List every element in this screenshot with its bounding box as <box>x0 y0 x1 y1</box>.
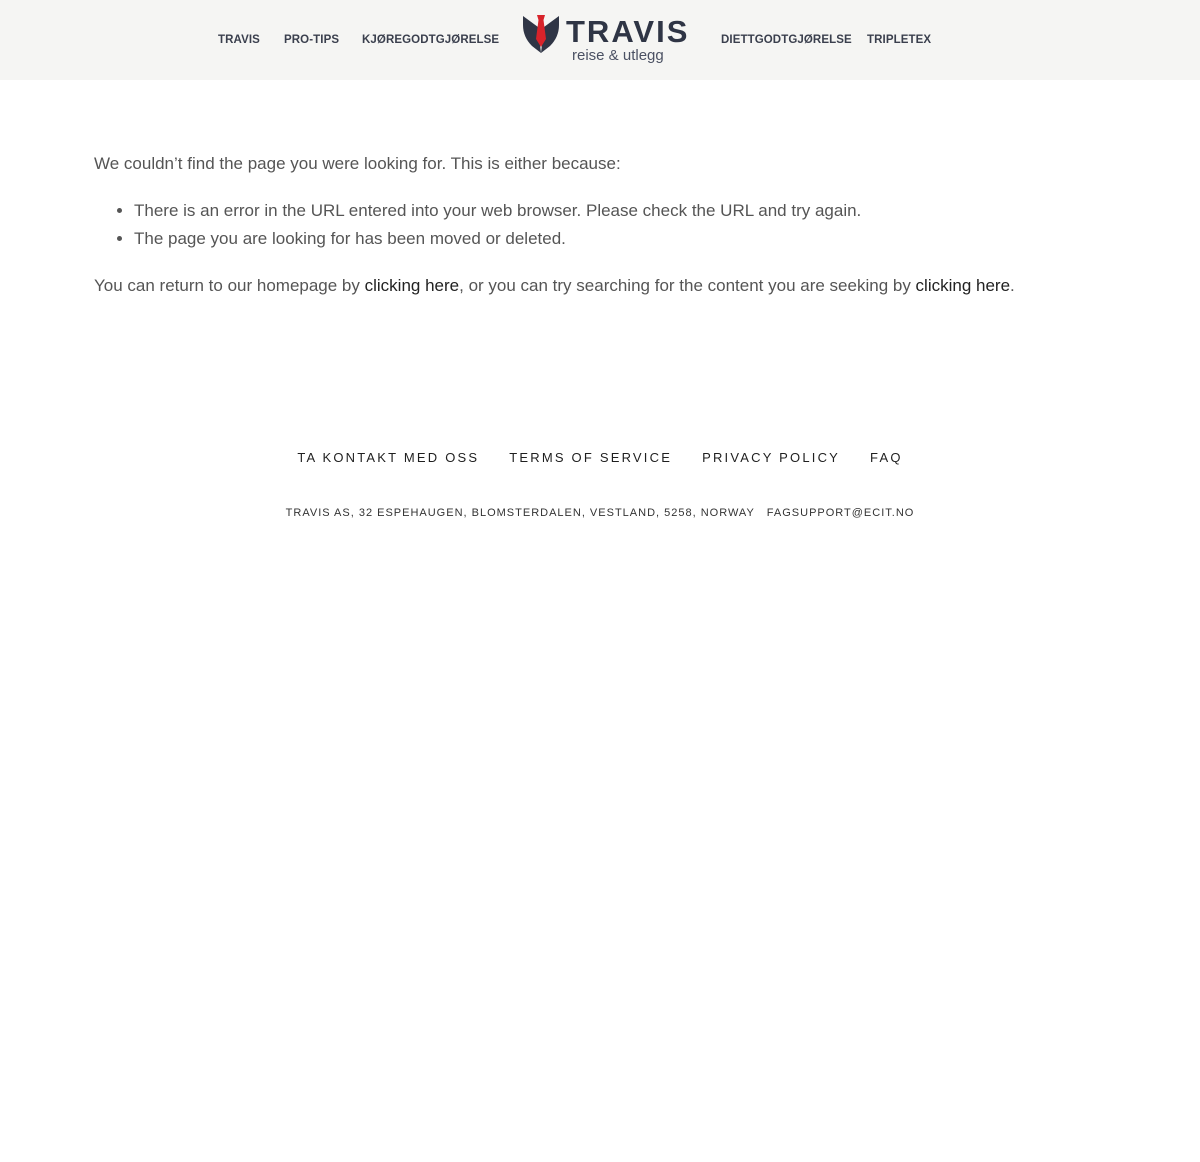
footer-info: TRAVIS AS, 32 ESPEHAUGEN, BLOMSTERDALEN,… <box>0 506 1200 520</box>
nav-link-kjoregodtgjorelse[interactable]: KJØREGODTGJØRELSE <box>362 33 499 47</box>
list-item: There is an error in the URL entered int… <box>134 197 1104 225</box>
footer-link-terms[interactable]: TERMS OF SERVICE <box>509 450 672 466</box>
nav-link-travis[interactable]: TRAVIS <box>218 33 260 47</box>
homepage-link[interactable]: clicking here <box>365 276 460 295</box>
nav-link-pro-tips[interactable]: PRO-TIPS <box>284 33 339 47</box>
tie-icon <box>523 15 559 53</box>
nav-link-tripletex[interactable]: TRIPLETEX <box>867 33 931 47</box>
reasons-list: There is an error in the URL entered int… <box>94 197 1104 253</box>
footer-nav: TA KONTAKT MED OSS TERMS OF SERVICE PRIV… <box>0 450 1200 466</box>
nav-link-diettgodtgjorelse[interactable]: DIETTGODTGJØRELSE <box>721 33 852 47</box>
logo-wordmark: TRAVIS <box>566 14 690 49</box>
footer-link-contact[interactable]: TA KONTAKT MED OSS <box>297 450 479 466</box>
footer-link-privacy[interactable]: PRIVACY POLICY <box>702 450 840 466</box>
return-prefix-text: You can return to our homepage by <box>94 276 365 295</box>
company-address: TRAVIS AS, 32 ESPEHAUGEN, BLOMSTERDALEN,… <box>285 507 755 519</box>
site-header: TRAVIS PRO-TIPS KJØREGODTGJØRELSE TRAVIS… <box>0 0 1200 80</box>
footer-link-faq[interactable]: FAQ <box>870 450 903 466</box>
return-middle-text: , or you can try searching for the conte… <box>459 276 916 295</box>
list-item: The page you are looking for has been mo… <box>134 225 1104 253</box>
support-email[interactable]: FAGSUPPORT@ECIT.NO <box>767 506 915 520</box>
logo-tagline: reise & utlegg <box>572 47 664 64</box>
return-paragraph: You can return to our homepage by clicki… <box>94 272 1104 300</box>
return-suffix-text: . <box>1010 276 1015 295</box>
not-found-content: We couldn’t find the page you were looki… <box>94 150 1104 300</box>
search-link[interactable]: clicking here <box>916 276 1011 295</box>
not-found-intro: We couldn’t find the page you were looki… <box>94 154 621 173</box>
travis-logo[interactable]: TRAVIS reise & utlegg <box>522 12 687 68</box>
